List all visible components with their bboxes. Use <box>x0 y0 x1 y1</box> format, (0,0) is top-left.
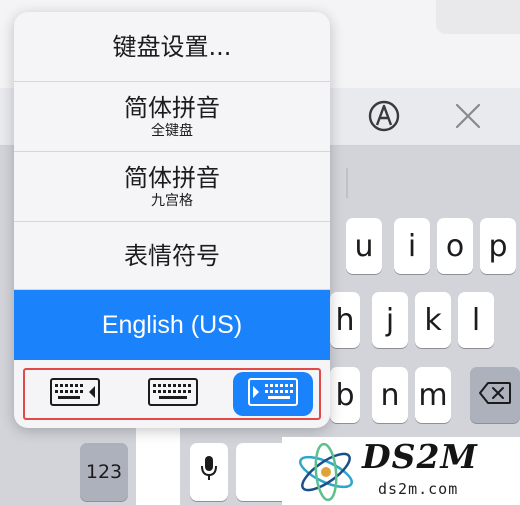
layout-full-button[interactable] <box>137 372 209 416</box>
key-o[interactable]: o <box>437 218 473 274</box>
key-b[interactable]: b <box>330 367 360 423</box>
menu-item-pinyin-9key[interactable]: 简体拼音 九宫格 <box>14 152 330 222</box>
numbers-key[interactable]: 123 <box>80 443 128 501</box>
key-p[interactable]: p <box>480 218 516 274</box>
microphone-key[interactable] <box>190 443 228 501</box>
watermark-subtitle: ds2m.com <box>378 480 459 498</box>
menu-item-english-us[interactable]: English (US) <box>14 290 330 360</box>
top-corner-card <box>436 0 520 34</box>
globe-key-stem <box>136 428 180 505</box>
key-u[interactable]: u <box>346 218 382 274</box>
backspace-icon <box>478 378 512 413</box>
menu-item-label: 表情符号 <box>124 241 220 270</box>
keyboard-left-icon <box>50 378 100 410</box>
menu-item-label: 简体拼音 <box>124 164 220 192</box>
watermark-title: DS2M <box>362 437 478 476</box>
menu-item-emoji[interactable]: 表情符号 <box>14 222 330 290</box>
menu-item-pinyin-full[interactable]: 简体拼音 全键盘 <box>14 82 330 152</box>
key-l[interactable]: l <box>458 292 494 348</box>
delete-key[interactable] <box>470 367 520 423</box>
key-i[interactable]: i <box>394 218 430 274</box>
key-n[interactable]: n <box>372 367 408 423</box>
atom-logo-icon <box>294 441 358 505</box>
menu-item-label: 键盘设置... <box>112 32 232 61</box>
menu-item-sublabel: 九宫格 <box>151 193 193 209</box>
layout-right-button[interactable] <box>233 372 313 416</box>
watermark: DS2M ds2m.com <box>282 437 520 505</box>
microphone-icon <box>199 454 219 490</box>
keyboard-right-icon <box>248 378 298 410</box>
menu-item-label: English (US) <box>101 311 243 339</box>
candidate-divider <box>346 168 348 198</box>
key-k[interactable]: k <box>415 292 451 348</box>
menu-item-label: 简体拼音 <box>124 94 220 122</box>
key-h[interactable]: h <box>330 292 360 348</box>
layout-left-button[interactable] <box>39 372 111 416</box>
menu-item-keyboard-settings[interactable]: 键盘设置... <box>14 12 330 82</box>
keyboard-full-icon <box>148 378 198 410</box>
keyboard-layout-selector <box>23 368 321 420</box>
close-icon[interactable] <box>450 98 486 134</box>
key-m[interactable]: m <box>415 367 451 423</box>
input-method-menu: 键盘设置... 简体拼音 全键盘 简体拼音 九宫格 表情符号 English (… <box>14 12 330 428</box>
key-j[interactable]: j <box>372 292 408 348</box>
menu-item-sublabel: 全键盘 <box>151 123 193 139</box>
handwriting-icon[interactable] <box>366 98 402 134</box>
